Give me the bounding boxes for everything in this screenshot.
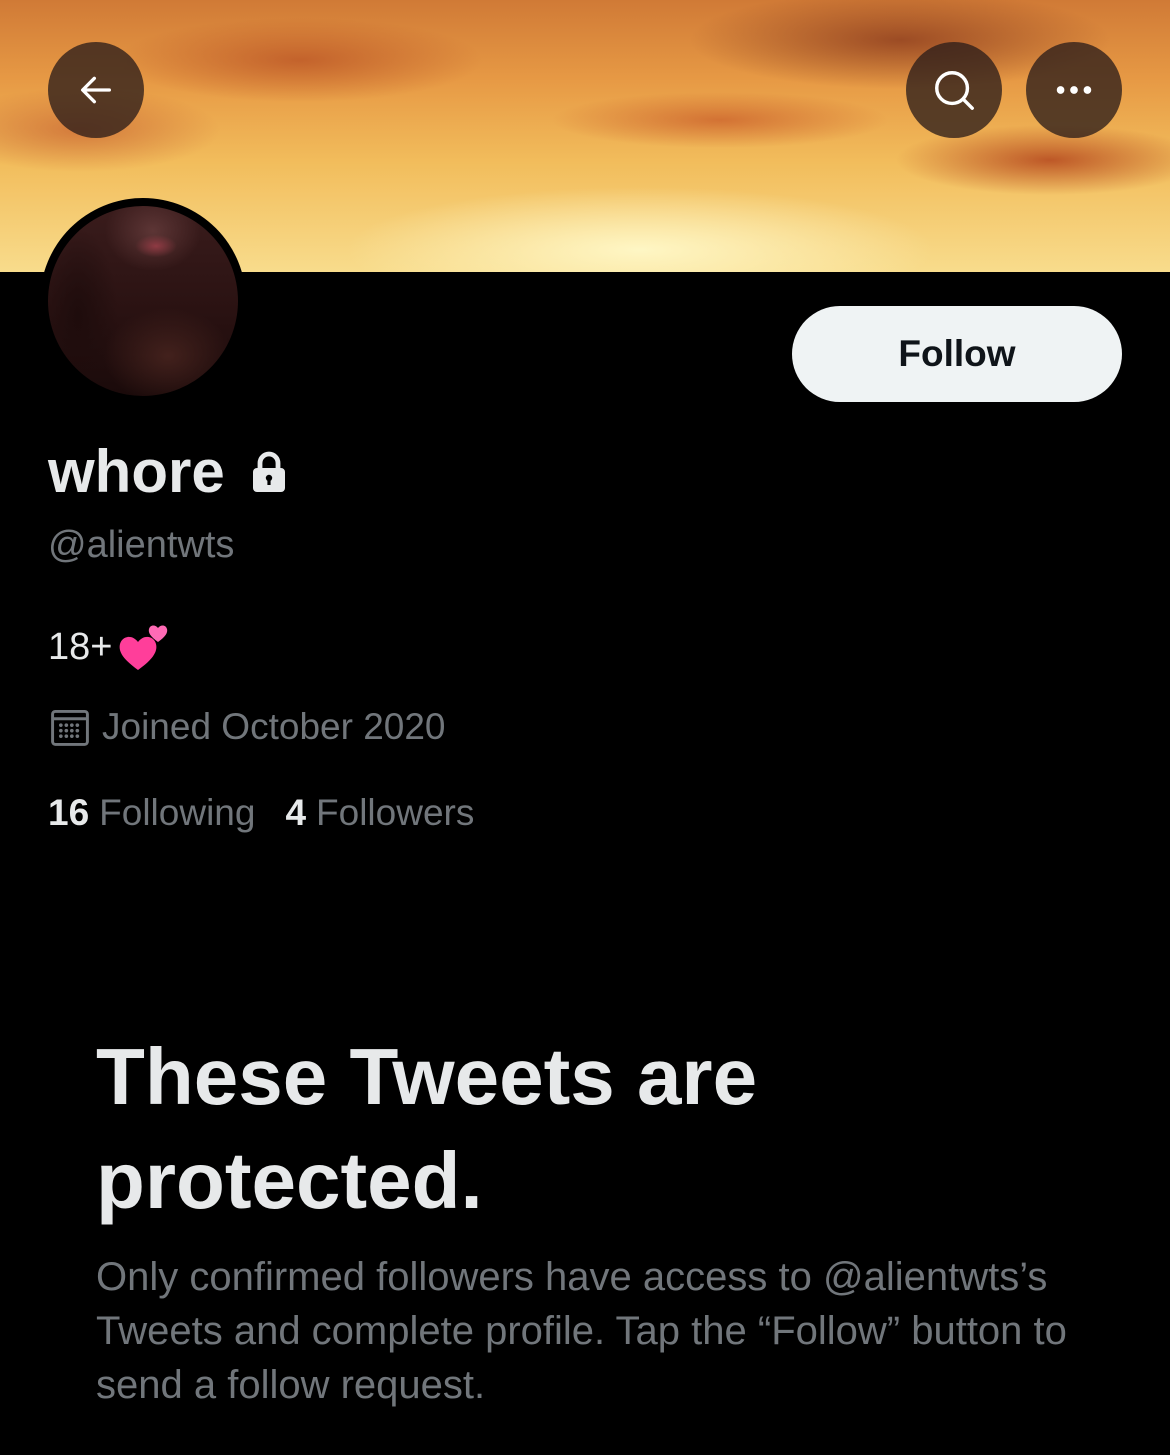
lock-icon xyxy=(252,451,285,492)
follow-stats: 16 Following 4 Followers xyxy=(48,788,474,838)
followers-link[interactable]: 4 Followers xyxy=(285,788,474,838)
bio-text: 18+ xyxy=(48,626,113,668)
avatar[interactable] xyxy=(40,198,246,404)
follow-button[interactable]: Follow xyxy=(792,306,1122,402)
two-hearts-emoji xyxy=(120,625,168,670)
avatar-image xyxy=(48,206,238,396)
display-name: whore xyxy=(48,438,225,505)
handle: @alientwts xyxy=(48,524,235,566)
back-button[interactable] xyxy=(48,42,144,138)
joined-date: Joined October 2020 xyxy=(102,706,446,747)
following-link[interactable]: 16 Following xyxy=(48,788,255,838)
following-label: Following xyxy=(99,792,256,833)
calendar-icon xyxy=(51,709,89,746)
more-horizontal-icon xyxy=(1056,86,1092,94)
search-icon xyxy=(935,71,974,110)
joined-date-row: Joined October 2020 xyxy=(48,702,446,752)
protected-title: These Tweets are protected. xyxy=(96,1032,758,1225)
search-button[interactable] xyxy=(906,42,1002,138)
followers-label: Followers xyxy=(316,792,475,833)
following-count: 16 xyxy=(48,792,90,833)
bio: 18+ xyxy=(48,620,172,674)
more-options-button[interactable] xyxy=(1026,42,1122,138)
followers-count: 4 xyxy=(285,792,307,833)
display-name-row: whore xyxy=(48,437,293,507)
arrow-left-icon xyxy=(81,76,112,104)
protected-description: Only confirmed followers have access to … xyxy=(96,1255,1067,1407)
